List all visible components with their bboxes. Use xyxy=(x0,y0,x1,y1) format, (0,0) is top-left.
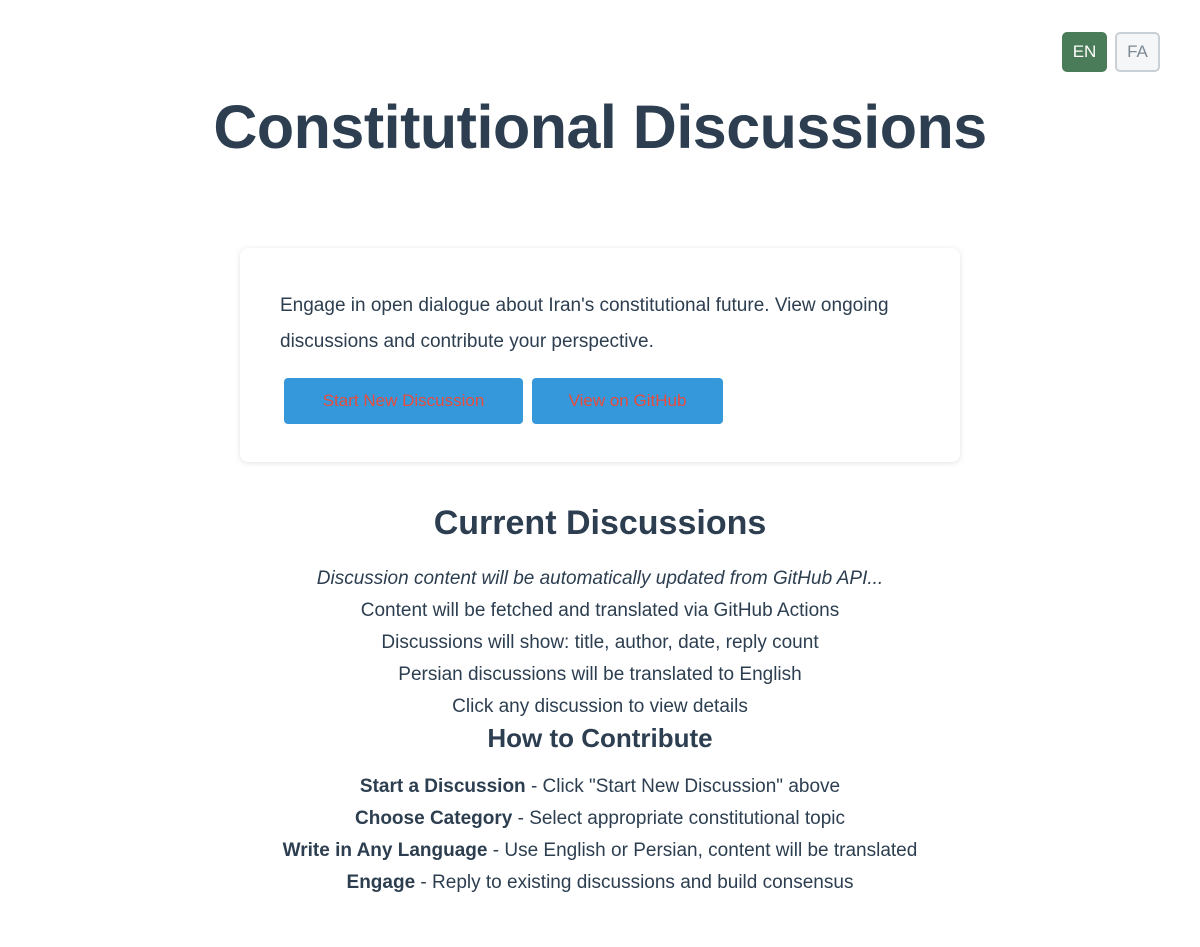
discussion-list: Discussion content will be automatically… xyxy=(0,563,1200,723)
contribute-steps: Start a Discussion - Click "Start New Di… xyxy=(0,771,1200,899)
intro-actions: Start New Discussion View on GitHub xyxy=(284,378,920,424)
lang-en-button[interactable]: EN xyxy=(1062,32,1107,72)
contribute-step: Start a Discussion - Click "Start New Di… xyxy=(0,771,1200,803)
page-title: Constitutional Discussions xyxy=(213,93,987,161)
page: EN FA Constitutional Discussions Engage … xyxy=(0,0,1200,947)
contribute-step: Engage - Reply to existing discussions a… xyxy=(0,867,1200,899)
how-to-contribute-heading: How to Contribute xyxy=(487,723,713,753)
step-title: Write in Any Language xyxy=(282,840,488,861)
step-title: Engage xyxy=(346,872,416,893)
step-title: Choose Category xyxy=(355,808,513,829)
list-item: Content will be fetched and translated v… xyxy=(360,600,840,621)
lang-fa-button[interactable]: FA xyxy=(1115,32,1160,72)
contribute-step: Choose Category - Select appropriate con… xyxy=(0,803,1200,835)
intro-card: Engage in open dialogue about Iran's con… xyxy=(240,248,960,462)
step-text: - Select appropriate constitutional topi… xyxy=(512,808,845,829)
start-new-discussion-button[interactable]: Start New Discussion xyxy=(284,378,523,424)
list-item: Persian discussions will be translated t… xyxy=(398,664,802,685)
list-item: Discussions will show: title, author, da… xyxy=(381,632,819,653)
view-on-github-button[interactable]: View on GitHub xyxy=(532,378,723,424)
step-title: Start a Discussion xyxy=(359,776,526,797)
contribute-step: Write in Any Language - Use English or P… xyxy=(0,835,1200,867)
discussion-status-note: Discussion content will be automatically… xyxy=(316,568,884,589)
current-discussions-heading: Current Discussions xyxy=(433,504,767,542)
language-switch: EN FA xyxy=(1062,32,1160,72)
step-text: - Use English or Persian, content will b… xyxy=(487,840,918,861)
list-item: Click any discussion to view details xyxy=(452,696,748,717)
intro-text: Engage in open dialogue about Iran's con… xyxy=(280,295,889,352)
step-text: - Reply to existing discussions and buil… xyxy=(415,872,854,893)
step-text: - Click "Start New Discussion" above xyxy=(525,776,841,797)
